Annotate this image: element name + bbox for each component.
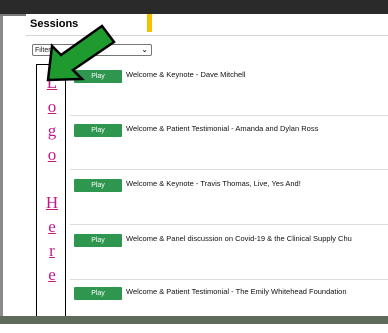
session-row: Play Welcome & Panel discussion on Covid… (70, 230, 388, 280)
logo-letter: e (48, 217, 56, 236)
session-title: Welcome & Keynote - Travis Thomas, Live,… (126, 179, 301, 188)
session-title: Welcome & Patient Testimonial - The Emil… (126, 287, 347, 296)
logo-letter: g (47, 121, 57, 140)
green-arrow-icon (46, 24, 116, 82)
session-title: Welcome & Patient Testimonial - Amanda a… (126, 124, 319, 133)
session-row: Play Welcome & Patient Testimonial - Ama… (70, 120, 388, 170)
play-button[interactable]: Play (74, 179, 122, 192)
logo-letter: H (45, 193, 59, 212)
logo-letter: o (47, 145, 57, 164)
left-edge (0, 16, 3, 316)
session-title: Welcome & Keynote - Dave Mitchell (126, 70, 246, 79)
session-row: Play Welcome & Keynote - Travis Thomas, … (70, 175, 388, 225)
logo-letter: e (48, 265, 56, 284)
session-row: Play Welcome & Patient Testimonial - The… (70, 283, 388, 333)
session-title: Welcome & Panel discussion on Covid-19 &… (126, 234, 352, 243)
bottom-strip (0, 316, 388, 324)
chevron-down-icon: ⌄ (141, 45, 148, 54)
logo-placeholder: L o g o H e r e (36, 64, 66, 324)
play-button[interactable]: Play (74, 124, 122, 137)
logo-letter: r (49, 241, 55, 260)
logo-letter: o (47, 97, 57, 116)
play-button[interactable]: Play (74, 287, 122, 300)
play-button[interactable]: Play (74, 234, 122, 247)
yellow-marker (147, 14, 152, 32)
top-bar (0, 0, 388, 14)
